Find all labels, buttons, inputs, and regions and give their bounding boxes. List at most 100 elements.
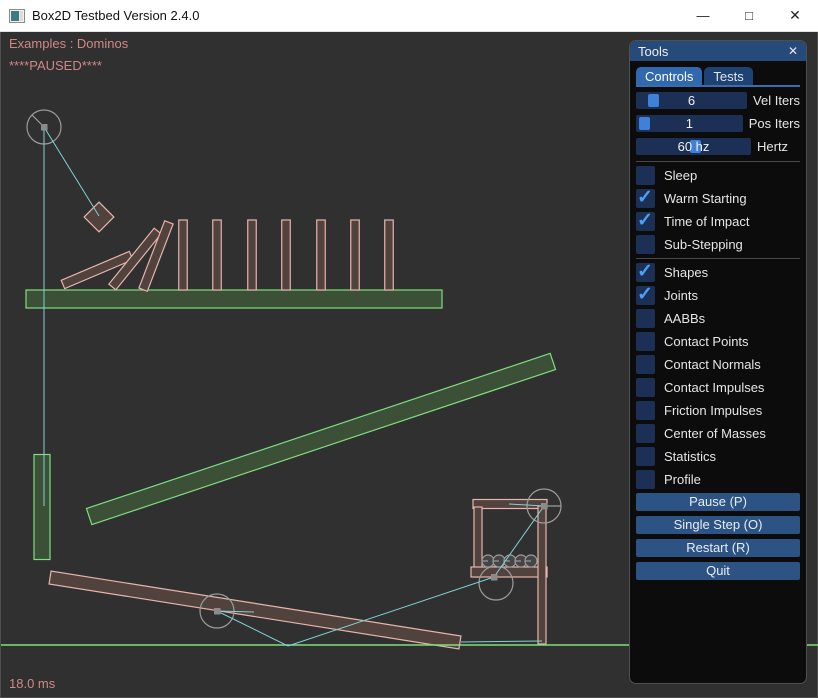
slider-label: Pos Iters xyxy=(749,116,800,131)
tab-tests[interactable]: Tests xyxy=(704,67,752,85)
checkbox-box[interactable]: ✓ xyxy=(636,286,655,305)
quit-button[interactable]: Quit xyxy=(636,562,800,580)
slider-value: 6 xyxy=(636,92,747,109)
checkbox-box[interactable]: ✓ xyxy=(636,189,655,208)
static-body xyxy=(26,290,442,308)
checkbox-box[interactable] xyxy=(636,235,655,254)
checkbox-time-of-impact[interactable]: ✓ Time of Impact xyxy=(636,212,800,231)
vel-iters-slider-row: 6 Vel Iters xyxy=(636,92,800,109)
dynamic-body xyxy=(179,220,188,290)
checkbox-label: Contact Impulses xyxy=(664,380,764,395)
checkbox-box[interactable]: ✓ xyxy=(636,212,655,231)
slider-label: Vel Iters xyxy=(753,93,800,108)
separator xyxy=(636,258,800,259)
checkbox-shapes[interactable]: ✓ Shapes xyxy=(636,263,800,282)
tab-controls[interactable]: Controls xyxy=(636,67,702,85)
dynamic-body xyxy=(385,220,394,290)
checkbox-label: Center of Masses xyxy=(664,426,766,441)
paused-indicator: ****PAUSED**** xyxy=(9,58,102,73)
maximize-button[interactable]: □ xyxy=(726,0,772,32)
checkbox-box[interactable] xyxy=(636,470,655,489)
checkbox-friction-impulses[interactable]: Friction Impulses xyxy=(636,401,800,420)
close-button[interactable]: ✕ xyxy=(772,0,818,32)
checkbox-box[interactable] xyxy=(636,401,655,420)
dynamic-body xyxy=(351,220,360,290)
draw-checkboxes: ✓ Shapes ✓ Joints AABBs Contact Points Contact… xyxy=(636,263,800,489)
tab-underline xyxy=(636,85,800,87)
check-icon: ✓ xyxy=(637,283,653,306)
physics-canvas[interactable]: Examples : Dominos ****PAUSED**** 18.0 m… xyxy=(0,32,818,698)
hertz-slider[interactable]: 60 hz xyxy=(636,138,751,155)
checkbox-box[interactable] xyxy=(636,332,655,351)
checkbox-label: Contact Normals xyxy=(664,357,761,372)
static-body xyxy=(34,455,50,560)
checkbox-label: Joints xyxy=(664,288,698,303)
checkbox-contact-points[interactable]: Contact Points xyxy=(636,332,800,351)
checkbox-box[interactable] xyxy=(636,378,655,397)
checkbox-label: AABBs xyxy=(664,311,705,326)
checkbox-statistics[interactable]: Statistics xyxy=(636,447,800,466)
joint-anchor xyxy=(491,574,498,581)
slider-value: 1 xyxy=(636,115,743,132)
app-window: { "window": { "title": "Box2D Testbed Ve… xyxy=(0,0,818,698)
checkbox-center-of-masses[interactable]: Center of Masses xyxy=(636,424,800,443)
checkbox-joints[interactable]: ✓ Joints xyxy=(636,286,800,305)
tab-bar: ControlsTests xyxy=(636,67,800,85)
pause-p-button[interactable]: Pause (P) xyxy=(636,493,800,511)
dynamic-body xyxy=(282,220,291,290)
checkbox-label: Shapes xyxy=(664,265,708,280)
minimize-button[interactable]: — xyxy=(680,0,726,32)
slider-label: Hertz xyxy=(757,139,788,154)
dynamic-body xyxy=(49,571,461,649)
solver-checkboxes: Sleep ✓ Warm Starting ✓ Time of Impact Sub-St… xyxy=(636,166,800,254)
vel-iters-slider[interactable]: 6 xyxy=(636,92,747,109)
dynamic-body xyxy=(248,220,257,290)
checkbox-sub-stepping[interactable]: Sub-Stepping xyxy=(636,235,800,254)
checkbox-contact-normals[interactable]: Contact Normals xyxy=(636,355,800,374)
dynamic-body xyxy=(213,220,222,290)
checkbox-aabbs[interactable]: AABBs xyxy=(636,309,800,328)
tools-panel-header[interactable]: Tools ✕ xyxy=(630,41,806,61)
pos-iters-slider[interactable]: 1 xyxy=(636,115,743,132)
example-caption: Examples : Dominos xyxy=(9,36,128,51)
tools-close-icon[interactable]: ✕ xyxy=(788,44,798,58)
dynamic-body xyxy=(317,220,326,290)
window-controls: — □ ✕ xyxy=(680,0,818,32)
slider-value: 60 hz xyxy=(636,138,751,155)
app-icon xyxy=(9,8,25,24)
tools-panel-title: Tools xyxy=(638,44,668,59)
checkbox-box[interactable] xyxy=(636,424,655,443)
window-titlebar: Box2D Testbed Version 2.4.0 — □ ✕ xyxy=(0,0,818,32)
checkbox-label: Sleep xyxy=(664,168,697,183)
tools-panel: Tools ✕ ControlsTests 6 Vel Iters 1 Pos Ite… xyxy=(629,40,807,684)
dynamic-body xyxy=(84,202,114,232)
frame-time: 18.0 ms xyxy=(9,676,55,691)
single-step-o-button[interactable]: Single Step (O) xyxy=(636,516,800,534)
restart-r-button[interactable]: Restart (R) xyxy=(636,539,800,557)
checkbox-contact-impulses[interactable]: Contact Impulses xyxy=(636,378,800,397)
joint-anchor xyxy=(214,608,221,615)
hertz-slider-row: 60 hz Hertz xyxy=(636,138,800,155)
check-icon: ✓ xyxy=(637,186,653,209)
check-icon: ✓ xyxy=(637,260,653,283)
checkbox-label: Time of Impact xyxy=(664,214,749,229)
iteration-sliders: 6 Vel Iters 1 Pos Iters 60 hz Hertz xyxy=(636,92,800,155)
checkbox-box[interactable]: ✓ xyxy=(636,263,655,282)
checkbox-box[interactable] xyxy=(636,355,655,374)
tools-panel-content: ControlsTests 6 Vel Iters 1 Pos Iters 60 hz H… xyxy=(630,67,806,580)
joint-line xyxy=(44,127,99,216)
checkbox-label: Statistics xyxy=(664,449,716,464)
dynamic-body xyxy=(538,506,546,644)
checkbox-box[interactable] xyxy=(636,166,655,185)
checkbox-warm-starting[interactable]: ✓ Warm Starting xyxy=(636,189,800,208)
joint-line xyxy=(461,641,542,642)
checkbox-box[interactable] xyxy=(636,309,655,328)
checkbox-sleep[interactable]: Sleep xyxy=(636,166,800,185)
checkbox-label: Sub-Stepping xyxy=(664,237,743,252)
checkbox-label: Friction Impulses xyxy=(664,403,762,418)
checkbox-profile[interactable]: Profile xyxy=(636,470,800,489)
checkbox-box[interactable] xyxy=(636,447,655,466)
checkbox-label: Contact Points xyxy=(664,334,749,349)
separator xyxy=(636,161,800,162)
checkbox-label: Warm Starting xyxy=(664,191,747,206)
